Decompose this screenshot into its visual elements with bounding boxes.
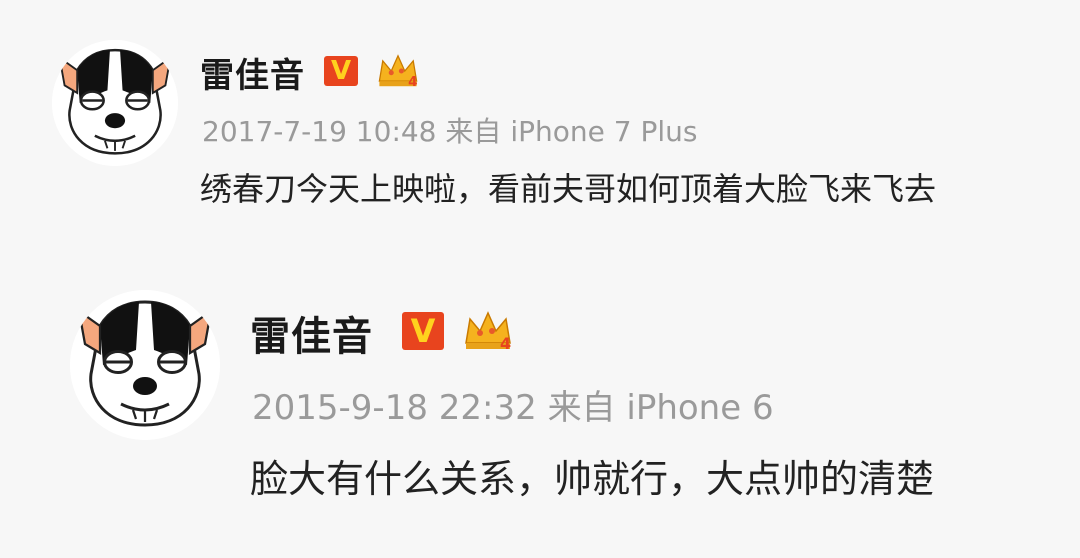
avatar[interactable] [52, 40, 178, 166]
dog-avatar-icon [52, 40, 178, 166]
avatar[interactable] [70, 290, 220, 440]
source-prefix: 来自 [445, 115, 502, 148]
crown-level-icon[interactable]: 4 [376, 52, 420, 90]
dog-avatar-icon [70, 290, 220, 440]
timestamp: 2015-9-18 22:32 [252, 388, 537, 428]
verified-badge-icon[interactable]: V [324, 56, 358, 86]
device-source[interactable]: iPhone 7 Plus [510, 115, 697, 148]
post-content: 脸大有什么关系，帅就行，大点帅的清楚 [250, 457, 935, 501]
post-meta: 2017-7-19 10:48 来自 iPhone 7 Plus [202, 110, 697, 150]
timestamp: 2017-7-19 10:48 [202, 115, 437, 148]
weibo-comments-screen: { "posts": [ { "username": "雷佳音", "verif… [0, 0, 1080, 558]
device-source[interactable]: iPhone 6 [626, 388, 773, 428]
level-number: 4 [500, 334, 511, 353]
username[interactable]: 雷佳音 [250, 304, 373, 362]
level-number: 4 [408, 74, 417, 90]
post-meta: 2015-9-18 22:32 来自 iPhone 6 [252, 380, 774, 429]
verified-badge-icon[interactable]: V [402, 312, 444, 350]
crown-level-icon[interactable]: 4 [462, 308, 514, 354]
source-prefix: 来自 [547, 388, 616, 428]
username[interactable]: 雷佳音 [200, 48, 305, 97]
post-content: 绣春刀今天上映啦，看前夫哥如何顶着大脸飞来飞去 [200, 170, 937, 208]
